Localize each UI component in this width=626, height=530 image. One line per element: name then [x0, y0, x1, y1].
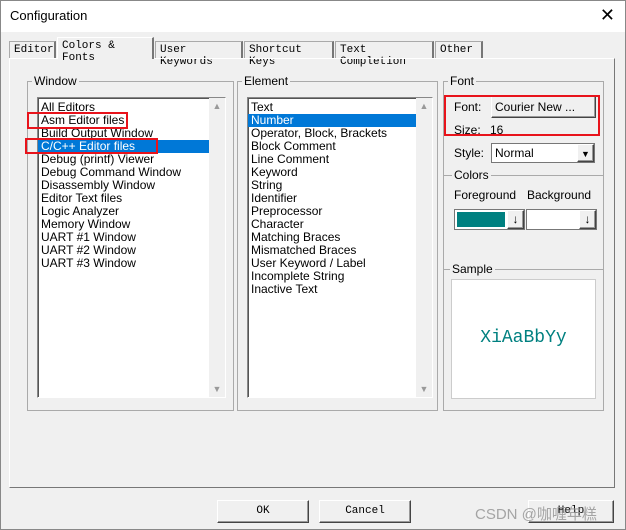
highlight-box: [444, 95, 600, 136]
scroll-up-icon[interactable]: ▲: [416, 98, 432, 114]
tab-other[interactable]: Other: [435, 41, 483, 59]
foreground-swatch: [457, 212, 505, 227]
tab-editor[interactable]: Editor: [9, 41, 56, 59]
window-list-scrollbar[interactable]: ▲ ▼: [209, 98, 225, 397]
style-dropdown[interactable]: Normal ▼: [491, 143, 595, 163]
list-item[interactable]: UART #3 Window: [38, 257, 225, 270]
element-list-scrollbar[interactable]: ▲ ▼: [416, 98, 432, 397]
font-group-label: Font: [448, 74, 477, 88]
scroll-down-icon[interactable]: ▼: [416, 381, 432, 397]
background-label: Background: [527, 188, 592, 202]
style-value: Normal: [495, 146, 534, 160]
configuration-dialog: Configuration ✕ Editor Colors & Fonts Us…: [0, 0, 626, 530]
cancel-button[interactable]: Cancel: [319, 500, 411, 523]
dialog-title: Configuration: [10, 8, 88, 23]
tab-shortcut-keys[interactable]: Shortcut Keys: [244, 41, 334, 68]
close-icon[interactable]: ✕: [600, 5, 615, 26]
tab-text-completion[interactable]: Text Completion: [335, 41, 434, 68]
highlight-box: [25, 138, 158, 154]
style-label: Style:: [454, 146, 485, 160]
window-group-label: Window: [32, 74, 79, 88]
colors-label: Colors: [452, 168, 491, 182]
sample-text: XiAaBbYy: [480, 328, 567, 348]
foreground-label: Foreground: [454, 188, 517, 202]
watermark: CSDN @咖喱年糕: [475, 506, 597, 523]
dropdown-arrow-icon[interactable]: ↓: [507, 210, 524, 229]
sample-label: Sample: [450, 262, 495, 276]
element-group-label: Element: [242, 74, 291, 88]
scroll-down-icon[interactable]: ▼: [209, 381, 225, 397]
tab-user-keywords[interactable]: User Keywords: [155, 41, 243, 68]
ok-button[interactable]: OK: [217, 500, 309, 523]
foreground-color-picker[interactable]: ↓: [454, 209, 525, 230]
tab-colors-fonts[interactable]: Colors & Fonts: [57, 37, 154, 64]
highlight-box: [27, 112, 128, 129]
list-item[interactable]: Inactive Text: [248, 283, 432, 296]
dropdown-arrow-icon[interactable]: ↓: [579, 210, 596, 229]
chevron-down-icon[interactable]: ▼: [577, 144, 594, 162]
scroll-up-icon[interactable]: ▲: [209, 98, 225, 114]
title-bar: Configuration ✕: [1, 1, 625, 32]
sample-preview: XiAaBbYy: [451, 279, 596, 399]
background-color-picker[interactable]: ↓: [526, 209, 597, 230]
background-swatch: [529, 212, 577, 227]
element-list[interactable]: Text Number Operator, Block, Brackets Block…: [247, 97, 433, 398]
